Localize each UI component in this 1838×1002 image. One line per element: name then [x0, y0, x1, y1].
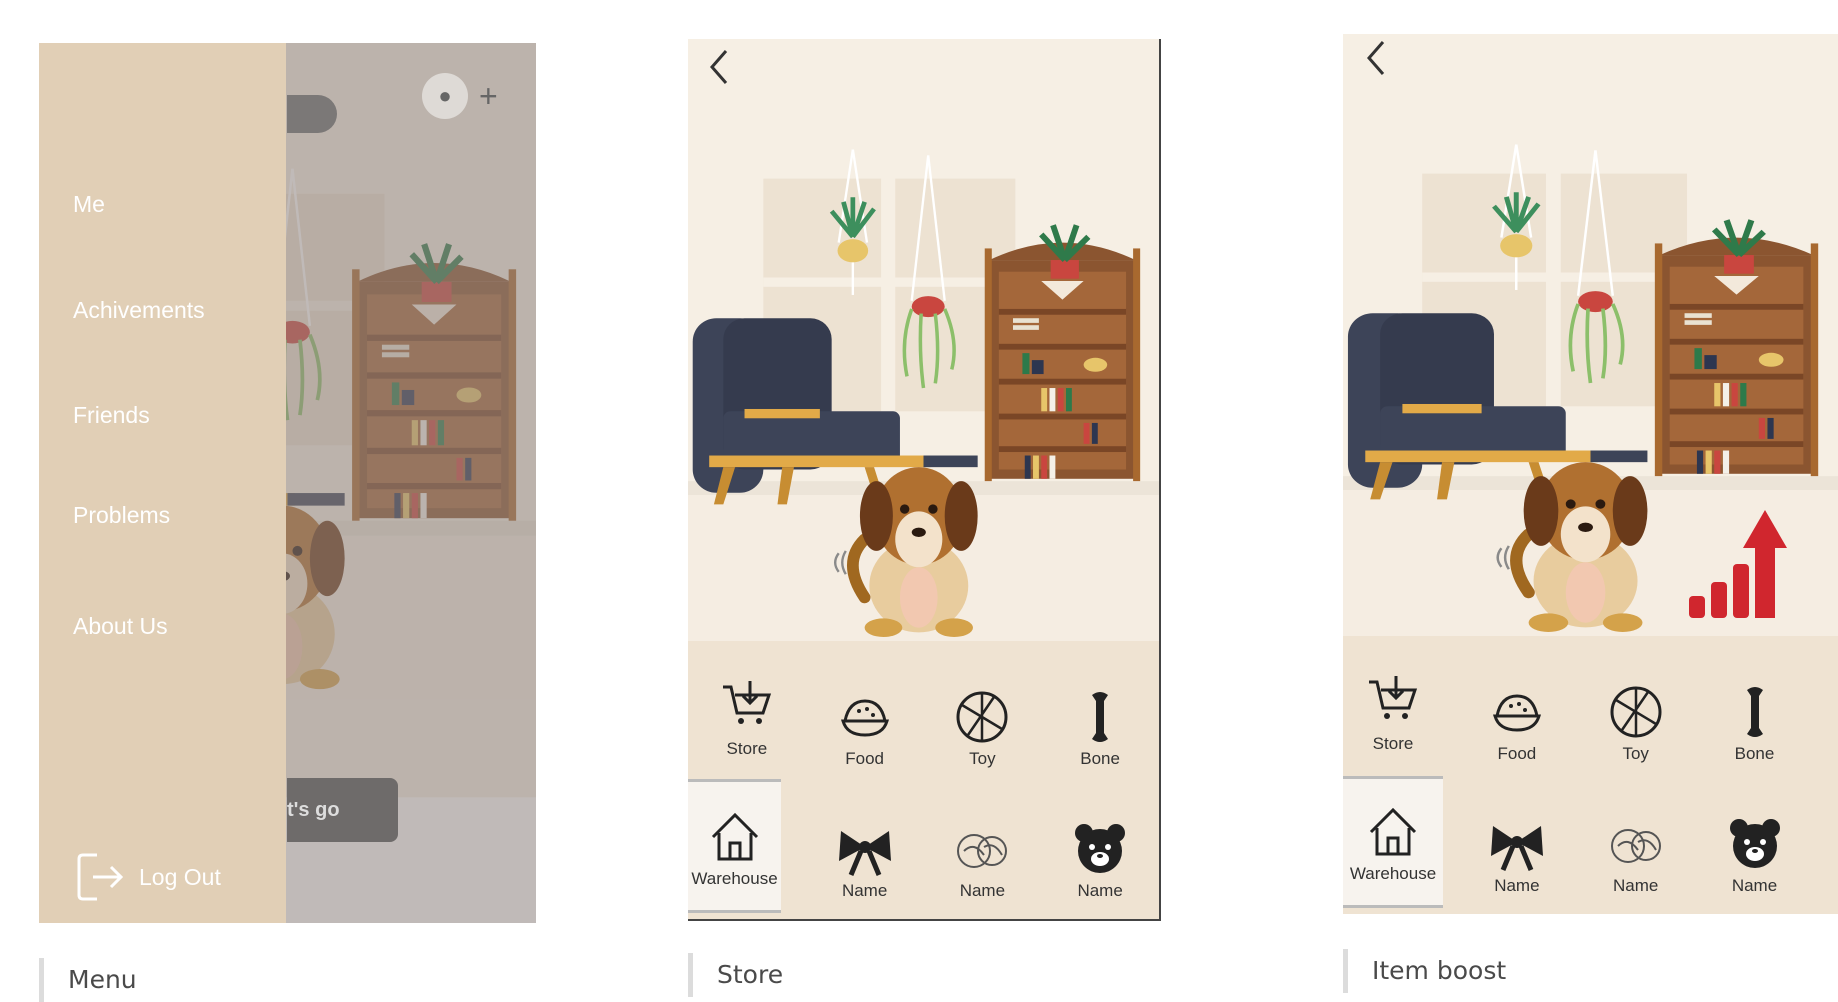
tab-store[interactable]: Store: [1343, 674, 1443, 754]
tab-toy[interactable]: Toy: [924, 689, 1042, 769]
tab-label: Toy: [969, 749, 996, 768]
menu-item-problems[interactable]: Problems: [73, 502, 170, 529]
tab-label: Food: [845, 749, 884, 768]
ball-icon: [1610, 686, 1662, 738]
tab-bone[interactable]: Bone: [1041, 689, 1159, 769]
caption-menu: Menu: [39, 958, 137, 1002]
menu-panel: Me Achivements Friends Problems About Us…: [39, 43, 286, 923]
tab-label: Food: [1497, 744, 1537, 763]
tab-label: Store: [1372, 734, 1414, 753]
item-label: Name: [1077, 881, 1123, 900]
menu-item-achievements[interactable]: Achivements: [73, 297, 205, 324]
tab-label: Store: [726, 739, 768, 758]
tab-warehouse[interactable]: Warehouse: [688, 809, 781, 889]
item-label: Name: [841, 881, 888, 900]
item-yarn[interactable]: Name: [1571, 816, 1701, 896]
tab-store[interactable]: Store: [688, 679, 806, 759]
logout-label: Log Out: [139, 863, 221, 890]
room-illustration: [688, 39, 1159, 644]
bear-icon: [1075, 824, 1126, 873]
lets-go-button[interactable]: t's go: [287, 778, 398, 842]
add-icon[interactable]: +: [479, 73, 509, 119]
caption-item-boost: Item boost: [1343, 949, 1506, 993]
partial-pill: [287, 95, 337, 133]
tab-label: Bone: [1080, 749, 1120, 768]
tab-food[interactable]: Food: [1452, 684, 1582, 764]
yarn-icon: [957, 834, 1008, 868]
menu-item-about-us[interactable]: About Us: [73, 613, 168, 640]
item-bear[interactable]: Name: [1690, 816, 1820, 896]
back-icon[interactable]: [704, 47, 734, 87]
tab-toy[interactable]: Toy: [1571, 684, 1701, 764]
item-bow[interactable]: Name: [806, 821, 924, 901]
tab-warehouse[interactable]: Warehouse: [1343, 804, 1443, 884]
logout-button[interactable]: Log Out: [77, 851, 221, 903]
food-bowl-icon: [841, 699, 889, 737]
item-label: Name: [1494, 876, 1540, 895]
tab-food[interactable]: Food: [806, 689, 924, 769]
cart-icon: [721, 679, 771, 726]
back-icon[interactable]: [1361, 38, 1391, 78]
house-icon: [1369, 808, 1417, 856]
tab-label: Toy: [1622, 744, 1649, 763]
footprint-icon[interactable]: ●: [422, 73, 468, 119]
item-label: Name: [1613, 876, 1659, 895]
boost-arrow-icon: [1689, 510, 1787, 618]
item-bear[interactable]: Name: [1041, 821, 1159, 901]
cart-icon: [1367, 674, 1417, 721]
ball-icon: [956, 691, 1008, 743]
menu-item-friends[interactable]: Friends: [73, 402, 150, 429]
menu-item-me[interactable]: Me: [73, 191, 105, 218]
logout-icon: [77, 853, 124, 901]
bone-icon: [1092, 692, 1109, 742]
house-icon: [711, 813, 758, 861]
yarn-icon: [1610, 829, 1661, 863]
menu-screen: ● + t's go Me Achivements Friends Proble…: [39, 43, 536, 923]
item-label: Name: [1731, 876, 1778, 895]
tab-label: Warehouse: [691, 869, 778, 888]
caption-store: Store: [688, 953, 783, 997]
store-screen: Store Food Toy Bone Warehouse Name Name: [688, 39, 1161, 921]
food-bowl-icon: [1493, 694, 1541, 732]
tab-bone[interactable]: Bone: [1690, 684, 1820, 764]
item-bow[interactable]: Name: [1452, 816, 1582, 896]
item-boost-screen: Store Food Toy Bone Warehouse Name Name: [1343, 34, 1838, 914]
tab-label: Bone: [1734, 744, 1775, 763]
bear-icon: [1729, 819, 1780, 868]
bow-icon: [837, 821, 893, 877]
item-tab-bar: Store Food Toy Bone Warehouse Name Name: [1343, 636, 1838, 914]
item-tab-bar: Store Food Toy Bone Warehouse Name Name: [688, 641, 1159, 919]
tab-label: Warehouse: [1349, 864, 1437, 883]
item-label: Name: [959, 881, 1006, 900]
lets-go-label: t's go: [287, 799, 340, 821]
item-yarn[interactable]: Name: [924, 821, 1042, 901]
bow-icon: [1489, 816, 1545, 872]
bone-icon: [1746, 687, 1763, 737]
